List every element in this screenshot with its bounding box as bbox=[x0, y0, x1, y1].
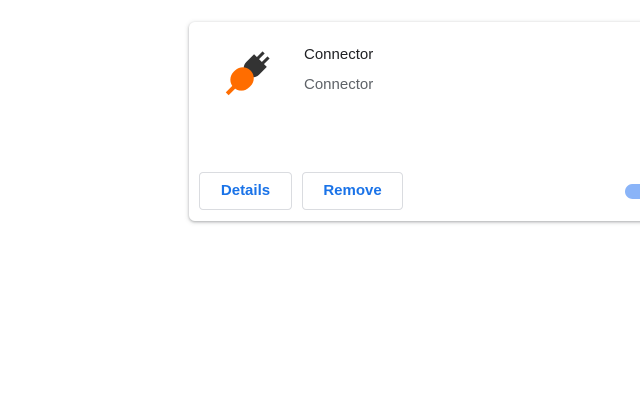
extension-card: Connector Connector Details Remove bbox=[189, 22, 640, 221]
enable-toggle[interactable] bbox=[625, 184, 640, 199]
extensions-page: Connector Connector Details Remove bbox=[0, 0, 640, 400]
extension-description: Connector bbox=[304, 76, 374, 93]
plug-connector-icon bbox=[219, 46, 275, 102]
details-button[interactable]: Details bbox=[199, 172, 292, 210]
remove-button[interactable]: Remove bbox=[302, 172, 403, 210]
extension-name: Connector bbox=[304, 46, 374, 63]
